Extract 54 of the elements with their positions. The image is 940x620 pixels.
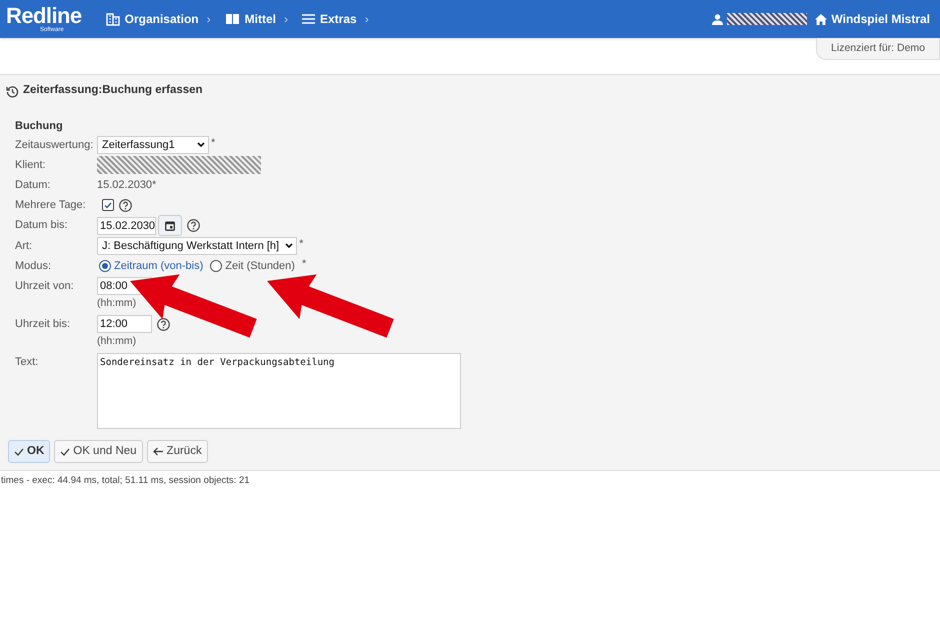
book-icon xyxy=(224,13,240,25)
required-mark: * xyxy=(299,237,304,252)
field-label: Datum bis: xyxy=(15,218,69,233)
user-icon xyxy=(712,14,724,24)
checkbox[interactable] xyxy=(102,199,114,211)
field-label: Mehrere Tage: xyxy=(15,198,87,213)
calendar-icon xyxy=(165,220,175,230)
page-title: Zeiterfassung:Buchung erfassen xyxy=(23,83,203,98)
help-icon[interactable] xyxy=(187,219,200,232)
form-button[interactable]: Zurück xyxy=(146,440,208,463)
building-icon xyxy=(106,12,120,26)
field-label: Datum: xyxy=(15,178,52,193)
license-label: Lizenziert für: Demo xyxy=(816,38,940,60)
required-mark: * xyxy=(211,136,216,151)
text-area[interactable]: Sondereinsatz in der Verpackungsabteilung xyxy=(97,353,461,429)
select-field[interactable]: J: Beschäftigung Werkstatt Intern [h] xyxy=(97,237,298,255)
check-icon xyxy=(14,448,24,456)
select-field[interactable]: Zeiterfassung1 xyxy=(97,136,209,154)
history-icon xyxy=(6,84,19,98)
section-heading: Buchung xyxy=(15,119,64,134)
timing-info: times - exec: 44.94 ms, total; 51.11 ms, session objects: 21 xyxy=(0,474,251,488)
arrow-left-icon xyxy=(152,447,164,456)
field-label: Uhrzeit bis: xyxy=(15,317,72,332)
chevron-icon: › xyxy=(364,10,369,28)
check-icon xyxy=(60,448,70,456)
form-button[interactable]: OK und Neu xyxy=(54,440,143,463)
format-hint: (hh:mm) xyxy=(97,334,138,349)
radio-option[interactable]: Zeit (Stunden) xyxy=(210,258,295,274)
chevron-down-icon xyxy=(285,243,294,249)
field-label: Uhrzeit von: xyxy=(15,279,75,294)
field-label: Text: xyxy=(15,355,40,370)
help-icon[interactable] xyxy=(157,318,170,330)
chevron-icon: › xyxy=(284,10,288,28)
home-link[interactable]: Windspiel Mistral xyxy=(815,10,930,28)
field-label: Art: xyxy=(15,239,34,254)
field-label: Zeitauswertung: xyxy=(15,138,94,153)
menu-icon xyxy=(302,14,315,24)
radio-option[interactable]: Zeitraum (von-bis) xyxy=(99,258,204,274)
help-icon[interactable] xyxy=(119,198,132,212)
home-icon xyxy=(815,14,828,24)
field-label: Modus: xyxy=(15,259,52,274)
form-button[interactable]: OK xyxy=(8,440,50,463)
nav-menu-item[interactable]: Extras xyxy=(302,10,357,28)
chevron-down-icon xyxy=(197,142,205,148)
date-value: 15.02.2030* xyxy=(97,178,156,193)
nav-menu-item[interactable]: Organisation xyxy=(106,10,199,28)
calendar-button[interactable] xyxy=(158,215,182,236)
time-field[interactable]: 12:00 xyxy=(97,315,152,333)
nav-menu-item[interactable]: Mittel xyxy=(224,10,276,28)
date-field[interactable]: 15.02.2030 xyxy=(97,216,156,234)
format-hint: (hh:mm) xyxy=(97,296,138,311)
field-label: Klient: xyxy=(15,158,47,173)
chevron-icon: › xyxy=(206,10,211,28)
required-mark: * xyxy=(302,257,306,272)
